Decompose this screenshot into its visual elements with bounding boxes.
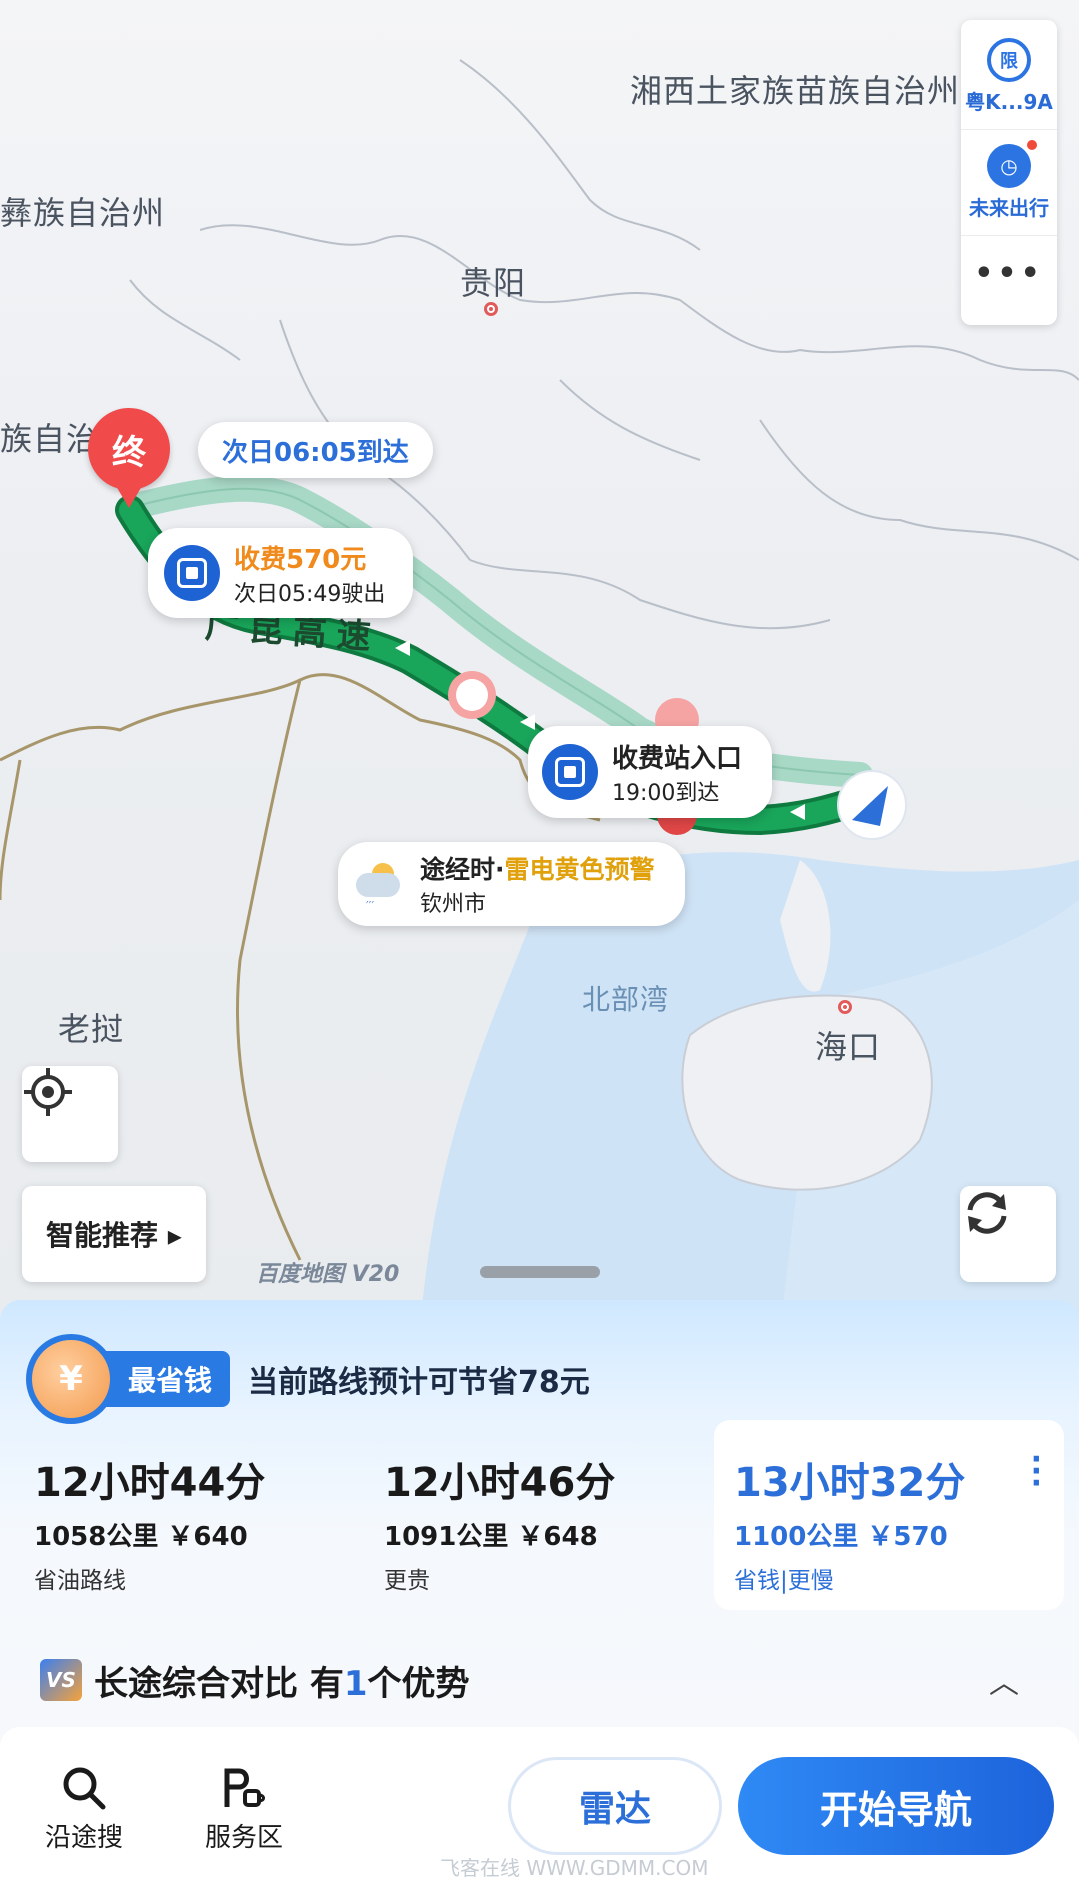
restriction-icon: 限 xyxy=(987,38,1031,82)
plate-restriction-button[interactable]: 限 粤K...9A xyxy=(961,34,1057,129)
destination-pin[interactable]: 终 xyxy=(88,408,170,508)
route-distance-cost: 1091公里 ￥648 xyxy=(384,1522,598,1552)
route-option-3-selected[interactable]: 13小时32分 1100公里 ￥570 省钱|更慢 · · · xyxy=(714,1420,1064,1610)
route-more-icon[interactable]: · · · xyxy=(1031,1445,1042,1499)
refresh-button[interactable] xyxy=(960,1186,1056,1282)
target-icon xyxy=(24,1068,72,1116)
footer-watermark: 飞客在线 WWW.GDMM.COM xyxy=(440,1856,709,1880)
map-label-beibuwan: 北部湾 xyxy=(582,983,670,1016)
vs-icon: VS xyxy=(40,1659,82,1701)
city-dot-haikou xyxy=(838,1000,852,1014)
route-tag: 省钱|更慢 xyxy=(734,1568,834,1594)
saving-text: 当前路线预计可节省78元 xyxy=(248,1365,590,1400)
search-along-button[interactable]: 沿途搜 xyxy=(4,1765,164,1854)
map-label-xiangxi: 湘西土家族苗族自治州 xyxy=(630,72,961,110)
toll-station-icon xyxy=(542,744,598,800)
weather-warning: 雷电黄色预警 xyxy=(504,855,655,884)
weather-bubble[interactable]: ′′′ 途经时·雷电黄色预警 钦州市 xyxy=(338,842,685,926)
route-distance-cost: 1100公里 ￥570 xyxy=(734,1522,948,1552)
route-tag: 更贵 xyxy=(384,1568,430,1594)
parking-cup-icon xyxy=(224,1768,265,1807)
notification-dot xyxy=(1025,138,1039,152)
arrival-time: 次日06:05到达 xyxy=(222,437,409,468)
route-time: 12小时46分 xyxy=(384,1460,616,1506)
weather-city: 钦州市 xyxy=(420,892,487,917)
map-label-zu-zizhi: 族自治 xyxy=(0,420,100,458)
future-travel-label: 未来出行 xyxy=(969,196,1049,220)
clock-icon: ◷ xyxy=(987,138,1039,188)
chevron-up-icon[interactable]: ︿ xyxy=(989,1658,1019,1702)
route-panel: ¥ 最省钱 当前路线预计可节省78元 12小时44分 1058公里 ￥640 省… xyxy=(0,1300,1079,1892)
search-icon xyxy=(63,1767,106,1810)
map-view[interactable]: 湘西土家族苗族自治州 彝族自治州 贵阳 族自治 老挝 北部湾 海口 广昆高速 终… xyxy=(0,0,1079,1330)
more-dots-icon: ••• xyxy=(974,256,1044,291)
map-watermark: 百度地图 V20 xyxy=(256,1262,400,1287)
route-option-1[interactable]: 12小时44分 1058公里 ￥640 省油路线 xyxy=(14,1420,364,1610)
toll-station-icon xyxy=(164,545,220,601)
radar-button[interactable]: 雷达 xyxy=(508,1757,722,1855)
toll-amount: 收费570元 xyxy=(234,544,367,575)
smart-recommend-button[interactable]: 智能推荐 ▸ xyxy=(22,1186,206,1282)
saving-banner: ¥ 最省钱 当前路线预计可节省78元 xyxy=(26,1334,1053,1424)
weather-prefix: 途经时· xyxy=(420,855,505,884)
map-label-haikou: 海口 xyxy=(815,1028,882,1066)
station-arrival-time: 19:00到达 xyxy=(612,780,720,806)
long-trip-compare[interactable]: VS 长途综合对比 有1个优势 ︿ xyxy=(40,1640,1039,1720)
route-options: 12小时44分 1058公里 ￥640 省油路线 12小时46分 1091公里 … xyxy=(14,1420,1064,1610)
plate-label: 粤K...9A xyxy=(965,90,1053,114)
thunderstorm-icon: ′′′ xyxy=(354,859,404,913)
station-title: 收费站入口 xyxy=(612,743,743,774)
service-area-label: 服务区 xyxy=(204,1823,283,1853)
drag-handle[interactable] xyxy=(480,1266,600,1278)
toll-bubble[interactable]: 收费570元 次日05:49驶出 xyxy=(148,528,414,618)
route-distance-cost: 1058公里 ￥640 xyxy=(34,1522,248,1552)
arrival-bubble[interactable]: 次日06:05到达 xyxy=(198,422,433,478)
coin-icon: ¥ xyxy=(26,1334,116,1424)
compare-text: 长途综合对比 有1个优势 xyxy=(94,1663,470,1704)
map-label-laojie: 老挝 xyxy=(58,1010,125,1048)
locate-button[interactable] xyxy=(22,1066,118,1162)
start-navigation-button[interactable]: 开始导航 xyxy=(738,1757,1054,1855)
future-travel-button[interactable]: ◷ 未来出行 xyxy=(961,129,1057,235)
station-bubble[interactable]: 收费站入口 19:00到达 xyxy=(528,726,773,818)
refresh-icon xyxy=(967,1192,1007,1234)
more-button[interactable]: ••• xyxy=(961,235,1057,325)
map-toolbar: 限 粤K...9A ◷ 未来出行 ••• xyxy=(961,20,1057,325)
route-time: 12小时44分 xyxy=(34,1460,266,1506)
toll-exit-time: 次日05:49驶出 xyxy=(234,581,386,607)
search-along-label: 沿途搜 xyxy=(44,1823,123,1853)
service-area-button[interactable]: 服务区 xyxy=(164,1765,324,1854)
city-dot-guiyang xyxy=(484,302,498,316)
map-label-guiyang: 贵阳 xyxy=(460,264,527,302)
route-option-2[interactable]: 12小时46分 1091公里 ￥648 更贵 xyxy=(364,1420,714,1610)
cheapest-tag: 最省钱 xyxy=(102,1351,231,1407)
route-time: 13小时32分 xyxy=(734,1460,966,1506)
route-tag: 省油路线 xyxy=(34,1568,126,1594)
map-label-zizhizhou: 彝族自治州 xyxy=(0,194,166,232)
